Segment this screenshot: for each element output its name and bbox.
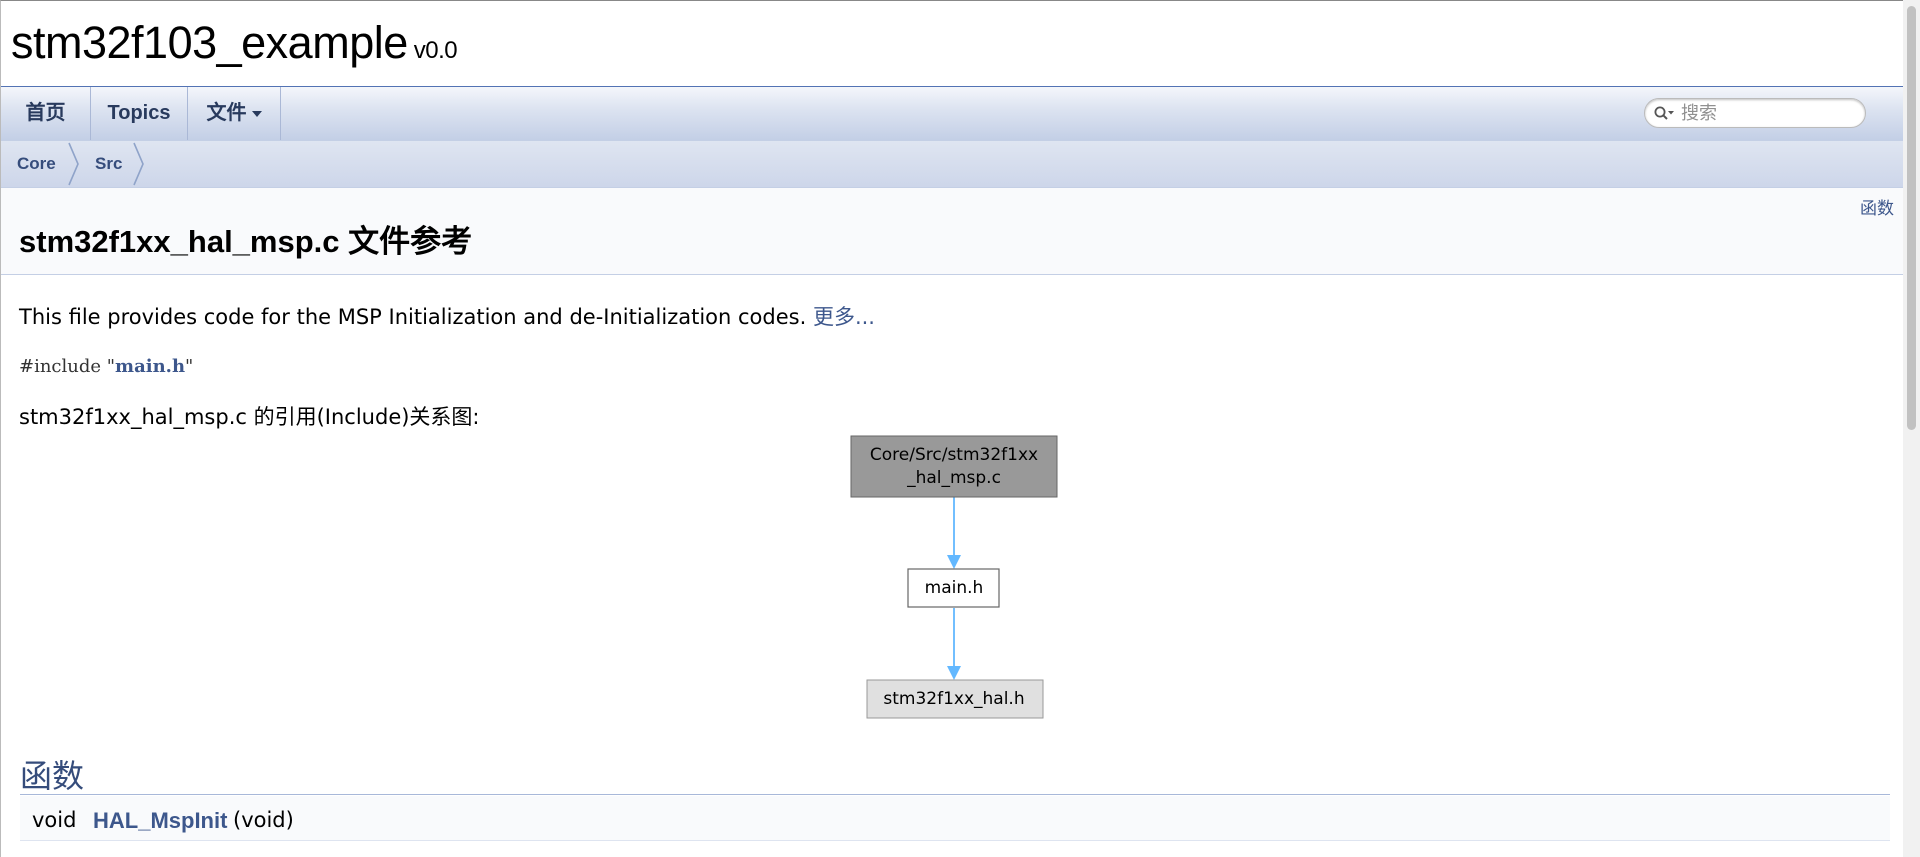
include-suffix: " [185, 356, 194, 377]
graph-node-label: stm32f1xx_hal.h [883, 689, 1024, 709]
search-input[interactable] [1681, 101, 1856, 125]
title-area: stm32f103_example v0.0 [1, 1, 1903, 87]
more-link[interactable]: 更多... [813, 305, 875, 329]
include-file-link[interactable]: main.h [115, 356, 185, 377]
function-return-type: void [32, 808, 77, 832]
project-name-text: stm32f103_example [11, 17, 408, 68]
page-header: 函数 stm32f1xx_hal_msp.c 文件参考 [1, 188, 1903, 275]
graph-node-label: Core/Src/stm32f1xx [870, 445, 1038, 465]
function-name-link[interactable]: HAL_MspInit [93, 808, 227, 834]
vertical-scrollbar[interactable] [1903, 0, 1920, 857]
nav-item-home-label: 首页 [25, 102, 66, 124]
nav-item-home[interactable]: 首页 [1, 87, 91, 140]
graph-node-source-file[interactable]: Core/Src/stm32f1xx _hal_msp.c [850, 435, 1058, 498]
nav-item-files-label: 文件 [206, 102, 247, 124]
search-box[interactable] [1644, 98, 1866, 128]
file-description: This file provides code for the MSP Init… [19, 301, 875, 331]
include-graph-caption: stm32f1xx_hal_msp.c 的引用(Include)关系图: [19, 405, 480, 429]
include-line: #include "main.h" [19, 356, 193, 377]
breadcrumb: Core Src [1, 141, 1903, 188]
functions-section-header: 函数 [20, 749, 1890, 795]
summary-link-functions[interactable]: 函数 [1860, 194, 1894, 219]
include-dependency-graph: Core/Src/stm32f1xx _hal_msp.c main.h stm… [850, 435, 1058, 719]
main-nav: 首页 Topics 文件 [1, 87, 1903, 141]
project-version: v0.0 [413, 37, 458, 64]
nav-item-files[interactable]: 文件 [188, 87, 281, 140]
breadcrumb-src[interactable]: Src [95, 141, 122, 187]
function-row: void HAL_MspInit (void) [20, 796, 1890, 841]
graph-node-label: _hal_msp.c [906, 468, 1001, 488]
page-frame: stm32f103_examplev0.0 首页 Topics 文件 Core … [0, 0, 1903, 857]
include-prefix: #include " [19, 356, 116, 377]
chevron-down-icon [251, 110, 262, 117]
graph-node-hal-h: stm32f1xx_hal.h [866, 679, 1044, 719]
search-icon[interactable] [1653, 105, 1675, 123]
breadcrumb-core[interactable]: Core [17, 141, 56, 187]
nav-item-topics[interactable]: Topics [91, 87, 188, 140]
scrollbar-thumb[interactable] [1907, 6, 1916, 430]
page-title: stm32f1xx_hal_msp.c 文件参考 [19, 224, 473, 259]
graph-arrow-icon [947, 666, 961, 680]
nav-item-topics-label: Topics [107, 102, 171, 124]
description-text: This file provides code for the MSP Init… [19, 305, 807, 329]
breadcrumb-separator-icon [133, 142, 144, 186]
graph-node-main-h[interactable]: main.h [907, 568, 1000, 608]
functions-section-title: 函数 [20, 757, 85, 795]
graph-arrow-icon [947, 555, 961, 569]
function-args: (void) [233, 808, 294, 832]
graph-node-label: main.h [925, 578, 984, 598]
project-name: stm32f103_example v0.0 [11, 17, 458, 69]
breadcrumb-separator-icon [68, 142, 79, 186]
